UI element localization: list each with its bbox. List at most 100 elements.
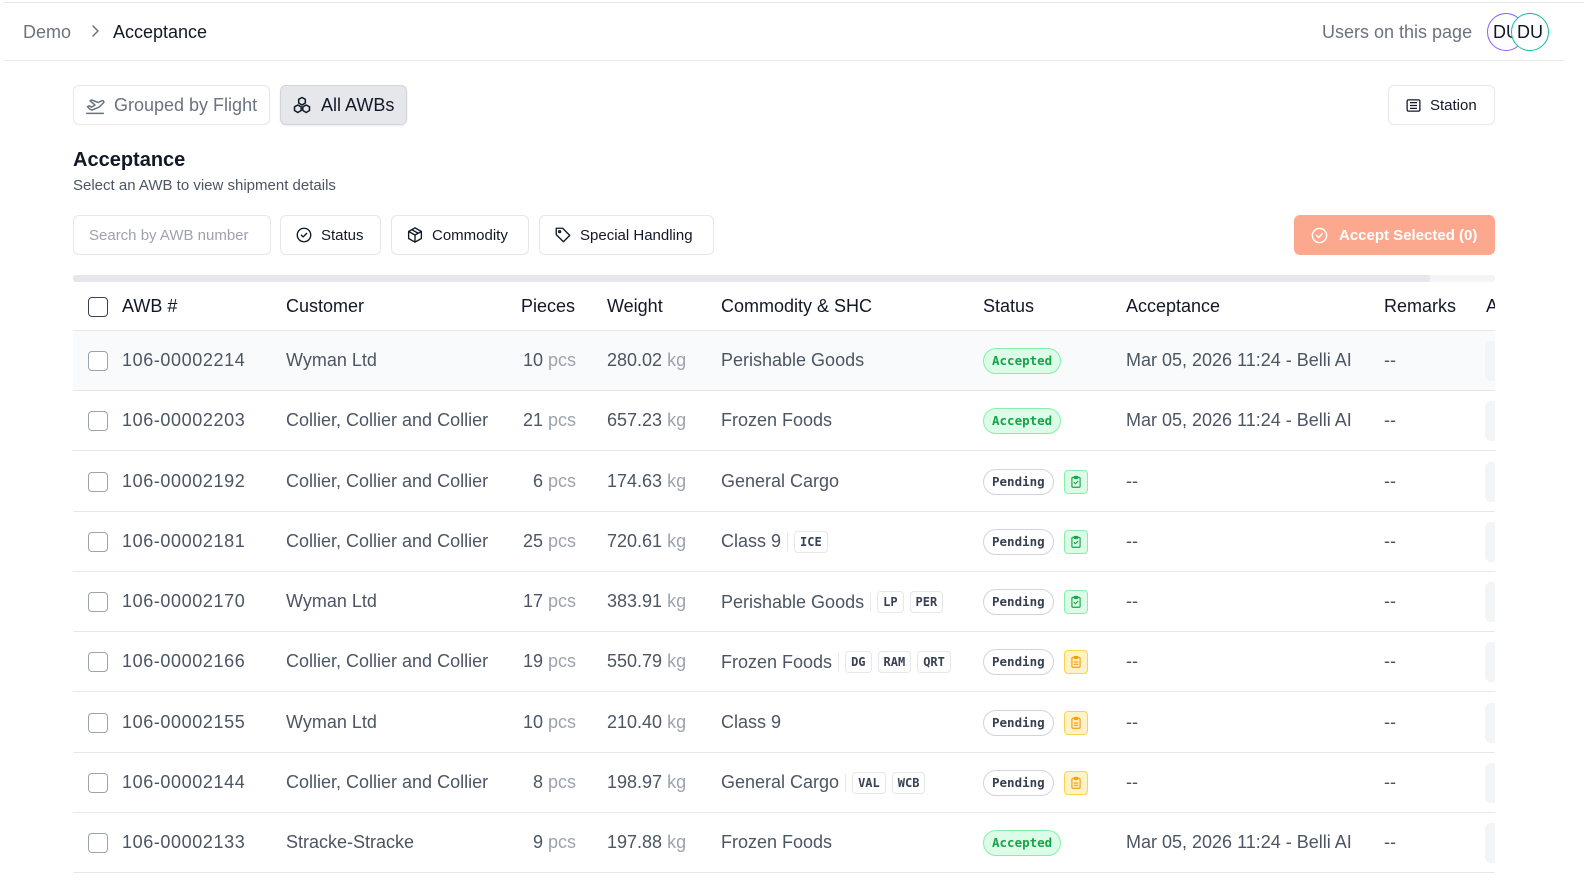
row-action-button[interactable]	[1485, 762, 1495, 803]
customer-name: Collier, Collier and Collier	[286, 470, 489, 491]
weight-amount: 280.02	[607, 350, 663, 370]
status-cell: Accepted	[983, 348, 1062, 374]
shc-code-badge: RAM	[877, 651, 912, 674]
weight-amount: 657.23	[607, 410, 663, 431]
special-handling-filter-button[interactable]: Special Handling	[539, 215, 714, 255]
awb-number[interactable]: 106-00002203	[122, 410, 245, 431]
accept-selected-button[interactable]: Accept Selected (0)	[1294, 215, 1495, 255]
scrollbar-thumb[interactable]	[73, 275, 1430, 282]
remarks: --	[1384, 470, 1396, 491]
table-row[interactable]: 106-00002133 Stracke-Stracke 9 pcs 197.88 k…	[73, 813, 1495, 873]
pieces-value: 6 pcs	[533, 471, 576, 492]
clipboard-check-icon[interactable]	[1063, 469, 1088, 494]
status-cell: Pending	[983, 468, 1088, 495]
table-row[interactable]: 106-00002181 Collier, Collier and Collier…	[73, 512, 1495, 572]
column-header-weight[interactable]: Weight	[607, 296, 663, 317]
row-action-button[interactable]	[1485, 702, 1495, 743]
weight-value: 550.79 kg	[607, 651, 686, 672]
awb-number[interactable]: 106-00002155	[122, 712, 245, 733]
awb-number[interactable]: 106-00002170	[122, 591, 245, 612]
weight-value: 197.88 kg	[607, 832, 686, 853]
clipboard-check-icon[interactable]	[1063, 529, 1088, 554]
row-checkbox[interactable]	[88, 531, 108, 552]
column-header-remarks[interactable]: Remarks	[1384, 296, 1456, 317]
all-awbs-label: All AWBs	[321, 94, 395, 115]
row-checkbox[interactable]	[88, 471, 108, 492]
row-action-button[interactable]	[1485, 823, 1495, 863]
column-header-pieces[interactable]: Pieces	[521, 296, 575, 317]
row-checkbox[interactable]	[88, 411, 108, 432]
table-row[interactable]: 106-00002214 Wyman Ltd 10 pcs 280.02 kg Peri…	[73, 331, 1495, 391]
shc-code-badge: VAL	[852, 771, 886, 794]
awb-table: AWB # Customer Pieces Weight Commodity &…	[73, 283, 1495, 889]
commodity-cell: Frozen Foods	[721, 410, 832, 431]
clipboard-icon[interactable]	[1063, 710, 1088, 735]
table-row[interactable]: 106-00002166 Collier, Collier and Collier…	[73, 632, 1495, 693]
row-checkbox[interactable]	[88, 833, 108, 853]
remarks: --	[1384, 530, 1396, 551]
status-badge: Accepted	[983, 830, 1062, 856]
status-cell: Accepted	[983, 408, 1062, 435]
row-action-button[interactable]	[1485, 341, 1495, 381]
row-action-button[interactable]	[1485, 521, 1495, 562]
row-action-button[interactable]	[1485, 461, 1495, 502]
status-badge: Pending	[983, 709, 1054, 736]
table-row[interactable]: 106-00002203 Collier, Collier and Collier…	[73, 391, 1495, 452]
table-row[interactable]: 106-00002144 Collier, Collier and Collier…	[73, 753, 1495, 813]
column-header-commodity[interactable]: Commodity & SHC	[721, 296, 872, 317]
station-button[interactable]: Station	[1388, 85, 1495, 125]
row-action-button[interactable]	[1485, 582, 1495, 622]
commodity-name: General Cargo	[721, 772, 840, 793]
all-awbs-button[interactable]: All AWBs	[280, 85, 407, 125]
weight-unit: kg	[667, 350, 687, 370]
row-action-button[interactable]	[1485, 401, 1495, 442]
column-header-awb[interactable]: AWB #	[122, 296, 177, 317]
awb-number[interactable]: 106-00002214	[122, 350, 245, 371]
column-header-acceptance[interactable]: Acceptance	[1126, 296, 1220, 317]
status-badge: Pending	[983, 589, 1054, 615]
clipboard-check-icon[interactable]	[1063, 590, 1088, 614]
row-checkbox[interactable]	[88, 652, 108, 673]
weight-value: 174.63 kg	[607, 471, 686, 492]
awb-number[interactable]: 106-00002133	[122, 832, 245, 853]
clipboard-icon[interactable]	[1063, 650, 1088, 675]
grouped-by-flight-button[interactable]: Grouped by Flight	[73, 85, 270, 125]
row-action-button[interactable]	[1485, 642, 1495, 683]
select-all-checkbox[interactable]	[88, 297, 108, 317]
table-row[interactable]: 106-00002155 Wyman Ltd 10 pcs 210.40 kg Clas…	[73, 693, 1495, 753]
row-checkbox[interactable]	[88, 772, 108, 793]
row-checkbox[interactable]	[88, 351, 108, 371]
weight-unit: kg	[667, 771, 687, 792]
pieces-unit: pcs	[547, 771, 576, 792]
awb-number[interactable]: 106-00002166	[122, 651, 245, 672]
breadcrumb-root[interactable]: Demo	[23, 22, 71, 43]
customer-name: Wyman Ltd	[286, 711, 377, 732]
page-subtitle: Select an AWB to view shipment details	[73, 177, 336, 194]
row-checkbox[interactable]	[88, 592, 108, 612]
remarks: --	[1384, 591, 1396, 611]
awb-number[interactable]: 106-00002144	[122, 772, 245, 793]
commodity-filter-button[interactable]: Commodity	[391, 215, 529, 255]
table-header: AWB # Customer Pieces Weight Commodity &…	[73, 283, 1495, 331]
avatar[interactable]: DU	[1511, 13, 1549, 51]
awb-number[interactable]: 106-00002192	[122, 471, 245, 492]
pieces-count: 8	[532, 771, 543, 792]
table-row[interactable]: 106-00002192 Collier, Collier and Collier…	[73, 452, 1495, 512]
breadcrumb-current: Acceptance	[113, 22, 208, 42]
table-row[interactable]: 106-00002170 Wyman Ltd 17 pcs 383.91 kg Peri…	[73, 572, 1495, 632]
clipboard-icon[interactable]	[1063, 770, 1088, 795]
row-checkbox[interactable]	[88, 712, 108, 733]
search-input[interactable]	[73, 215, 271, 255]
column-header-status[interactable]: Status	[983, 296, 1034, 317]
status-filter-button[interactable]: Status	[280, 215, 381, 255]
acceptance-info: Mar 05, 2026 11:24 - Belli AI	[1126, 832, 1352, 852]
column-header-actions[interactable]: A	[1486, 296, 1495, 317]
shc-code-badge: DG	[845, 651, 872, 674]
weight-unit: kg	[667, 591, 687, 611]
weight-amount: 383.91	[607, 591, 663, 611]
column-header-customer[interactable]: Customer	[286, 296, 364, 317]
horizontal-scrollbar[interactable]	[73, 275, 1495, 282]
check-circle-icon	[1311, 227, 1328, 243]
awb-number[interactable]: 106-00002181	[122, 531, 245, 552]
commodity-cell: General Cargo	[721, 471, 839, 492]
